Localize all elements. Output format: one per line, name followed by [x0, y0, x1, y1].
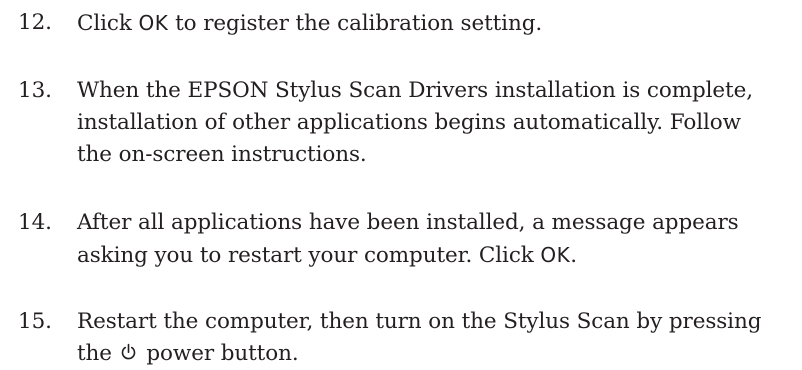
step-line: the on-screen instructions. [77, 142, 367, 167]
power-icon [121, 343, 136, 361]
step-line: installation of other applications begin… [77, 110, 741, 135]
ok-button-label: OK [138, 11, 169, 35]
instruction-page: 12. Click OK to register the calibration… [0, 0, 802, 366]
step-number: 14. [18, 210, 52, 235]
step-line: the power button. [77, 341, 299, 366]
step-line: asking you to restart your computer. Cli… [77, 243, 578, 268]
step-text: After all applications have been install… [77, 207, 799, 271]
step-line: Restart the computer, then turn on the S… [77, 309, 762, 334]
step-number: 13. [18, 78, 52, 103]
step-text: Restart the computer, then turn on the S… [77, 306, 799, 370]
step-line: After all applications have been install… [77, 210, 739, 235]
step-number: 15. [18, 309, 52, 334]
step-number: 12. [18, 10, 52, 35]
step-line: Click OK to register the calibration set… [77, 11, 543, 36]
ok-button-label: OK [540, 243, 571, 267]
step-text: When the EPSON Stylus Scan Drivers insta… [77, 75, 799, 171]
step-text: Click OK to register the calibration set… [77, 7, 799, 39]
step-line: When the EPSON Stylus Scan Drivers insta… [77, 78, 753, 103]
